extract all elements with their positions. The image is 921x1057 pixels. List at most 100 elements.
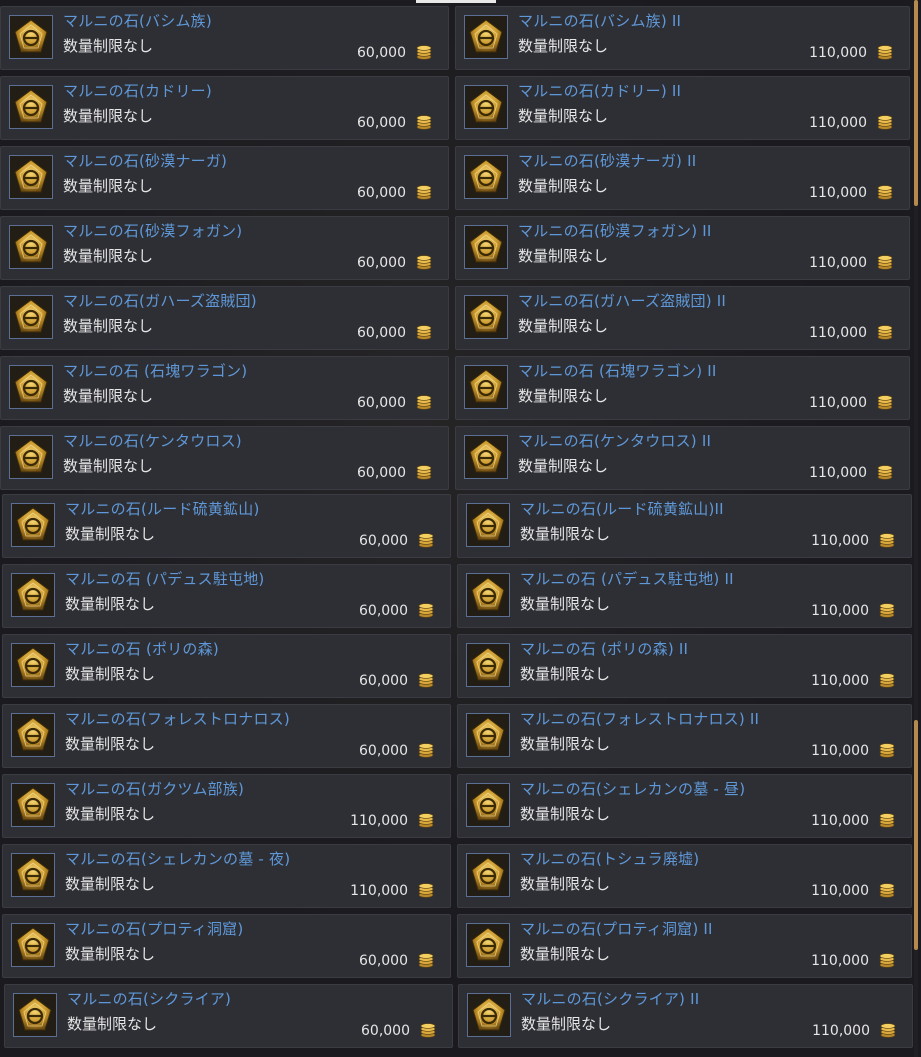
silver-coin-stack-icon [418, 532, 434, 548]
marni-stone-icon [9, 15, 53, 59]
silver-coin-stack-icon [879, 602, 895, 618]
item-price: 110,000 [811, 673, 869, 689]
item-price: 110,000 [811, 743, 869, 759]
silver-coin-stack-icon [416, 114, 432, 130]
shop-item-card[interactable]: マルニの石(シクライア) 数量制限なし 60,000 [4, 984, 453, 1048]
silver-coin-stack-icon [877, 324, 893, 340]
item-price: 60,000 [361, 1023, 410, 1039]
purchase-limit-label: 数量制限なし [520, 665, 611, 683]
silver-coin-stack-icon [877, 184, 893, 200]
purchase-limit-label: 数量制限なし [518, 317, 609, 335]
item-price: 110,000 [809, 465, 867, 481]
purchase-limit-label: 数量制限なし [63, 387, 154, 405]
purchase-limit-label: 数量制限なし [63, 317, 154, 335]
item-name: マルニの石(砂漠ナーガ) II [518, 152, 697, 170]
shop-item-card[interactable]: マルニの石(砂漠ナーガ) II 数量制限なし 110,000 [455, 146, 910, 210]
marni-stone-icon [466, 783, 510, 827]
shop-item-card[interactable]: マルニの石(シクライア) II 数量制限なし 110,000 [458, 984, 913, 1048]
silver-coin-stack-icon [879, 812, 895, 828]
shop-item-card[interactable]: マルニの石(ルード硫黄鉱山) 数量制限なし 60,000 [2, 494, 451, 558]
silver-coin-stack-icon [877, 114, 893, 130]
purchase-limit-label: 数量制限なし [521, 1015, 612, 1033]
marni-stone-icon [464, 155, 508, 199]
shop-item-card[interactable]: マルニの石(シェレカンの墓 - 夜) 数量制限なし 110,000 [2, 844, 451, 908]
shop-item-card[interactable]: マルニの石(バシム族) II 数量制限なし 110,000 [455, 6, 910, 70]
item-price: 60,000 [359, 603, 408, 619]
shop-item-card[interactable]: マルニの石 (パデュス駐屯地) 数量制限なし 60,000 [2, 564, 451, 628]
silver-coin-stack-icon [418, 812, 434, 828]
purchase-limit-label: 数量制限なし [520, 875, 611, 893]
scrollbar-thumb-secondary[interactable] [914, 720, 918, 950]
shop-item-card[interactable]: マルニの石 (石塊ワラゴン) 数量制限なし 60,000 [0, 356, 449, 420]
item-name: マルニの石(砂漠ナーガ) [63, 152, 228, 170]
item-name: マルニの石 (パデュス駐屯地) [65, 570, 265, 588]
shop-item-card[interactable]: マルニの石(砂漠フォガン) 数量制限なし 60,000 [0, 216, 449, 280]
item-name: マルニの石 (石塊ワラゴン) II [518, 362, 717, 380]
item-name: マルニの石(カドリー) [63, 82, 212, 100]
item-name: マルニの石(プロティ洞窟) II [520, 920, 713, 938]
top-tab-indicator [416, 0, 496, 3]
marni-stone-icon [9, 225, 53, 269]
shop-item-card[interactable]: マルニの石(シェレカンの墓 - 昼) 数量制限なし 110,000 [457, 774, 912, 838]
item-price: 60,000 [357, 325, 406, 341]
shop-item-card[interactable]: マルニの石 (パデュス駐屯地) II 数量制限なし 110,000 [457, 564, 912, 628]
marni-stone-icon [11, 643, 55, 687]
purchase-limit-label: 数量制限なし [520, 525, 611, 543]
shop-item-card[interactable]: マルニの石(トシュラ廃墟) 数量制限なし 110,000 [457, 844, 912, 908]
item-name: マルニの石(ケンタウロス) [63, 432, 242, 450]
shop-item-card[interactable]: マルニの石(カドリー) II 数量制限なし 110,000 [455, 76, 910, 140]
item-price: 60,000 [357, 115, 406, 131]
shop-item-card[interactable]: マルニの石(ケンタウロス) II 数量制限なし 110,000 [455, 426, 910, 490]
shop-item-card[interactable]: マルニの石(カドリー) 数量制限なし 60,000 [0, 76, 449, 140]
shop-item-card[interactable]: マルニの石 (ポリの森) II 数量制限なし 110,000 [457, 634, 912, 698]
silver-coin-stack-icon [420, 1022, 436, 1038]
marni-stone-icon [13, 993, 57, 1037]
purchase-limit-label: 数量制限なし [520, 595, 611, 613]
silver-coin-stack-icon [416, 184, 432, 200]
item-name: マルニの石(シェレカンの墓 - 昼) [520, 780, 746, 798]
item-name: マルニの石(砂漠フォガン) II [518, 222, 712, 240]
purchase-limit-label: 数量制限なし [520, 945, 611, 963]
shop-item-card[interactable]: マルニの石(プロティ洞窟) 数量制限なし 60,000 [2, 914, 451, 978]
marni-stone-icon [466, 573, 510, 617]
silver-coin-stack-icon [877, 44, 893, 60]
silver-coin-stack-icon [416, 324, 432, 340]
silver-coin-stack-icon [880, 1022, 896, 1038]
purchase-limit-label: 数量制限なし [65, 595, 156, 613]
scrollbar-thumb[interactable] [914, 0, 918, 206]
item-price: 60,000 [359, 743, 408, 759]
item-price: 60,000 [359, 953, 408, 969]
shop-item-card[interactable]: マルニの石 (石塊ワラゴン) II 数量制限なし 110,000 [455, 356, 910, 420]
item-price: 110,000 [809, 255, 867, 271]
shop-item-card[interactable]: マルニの石(フォレストロナロス) 数量制限なし 60,000 [2, 704, 451, 768]
shop-item-card[interactable]: マルニの石(ガクツム部族) 数量制限なし 110,000 [2, 774, 451, 838]
shop-item-card[interactable]: マルニの石(砂漠ナーガ) 数量制限なし 60,000 [0, 146, 449, 210]
purchase-limit-label: 数量制限なし [520, 735, 611, 753]
marni-stone-icon [466, 643, 510, 687]
shop-item-card[interactable]: マルニの石(ガハーズ盗賊団) II 数量制限なし 110,000 [455, 286, 910, 350]
item-name: マルニの石(ガクツム部族) [65, 780, 245, 798]
shop-item-card[interactable]: マルニの石(フォレストロナロス) II 数量制限なし 110,000 [457, 704, 912, 768]
shop-item-card[interactable]: マルニの石(ケンタウロス) 数量制限なし 60,000 [0, 426, 449, 490]
marni-stone-icon [11, 923, 55, 967]
silver-coin-stack-icon [416, 254, 432, 270]
silver-coin-stack-icon [879, 742, 895, 758]
marni-stone-icon [464, 85, 508, 129]
item-name: マルニの石(シクライア) II [521, 990, 700, 1008]
marni-stone-icon [9, 155, 53, 199]
shop-item-card[interactable]: マルニの石(ガハーズ盗賊団) 数量制限なし 60,000 [0, 286, 449, 350]
item-price: 60,000 [357, 255, 406, 271]
shop-item-card[interactable]: マルニの石(プロティ洞窟) II 数量制限なし 110,000 [457, 914, 912, 978]
shop-item-card[interactable]: マルニの石(砂漠フォガン) II 数量制限なし 110,000 [455, 216, 910, 280]
marni-stone-icon [466, 713, 510, 757]
item-name: マルニの石(シェレカンの墓 - 夜) [65, 850, 291, 868]
silver-coin-stack-icon [879, 952, 895, 968]
shop-item-card[interactable]: マルニの石(ルード硫黄鉱山)II 数量制限なし 110,000 [457, 494, 912, 558]
shop-item-card[interactable]: マルニの石 (ポリの森) 数量制限なし 60,000 [2, 634, 451, 698]
item-name: マルニの石(カドリー) II [518, 82, 682, 100]
shop-item-list: マルニの石(バシム族) 数量制限なし 60,000 マルニの石(バシム族) II 数量制… [0, 0, 921, 1057]
silver-coin-stack-icon [877, 464, 893, 480]
item-name: マルニの石(プロティ洞窟) [65, 920, 244, 938]
shop-item-card[interactable]: マルニの石(バシム族) 数量制限なし 60,000 [0, 6, 449, 70]
marni-stone-icon [464, 365, 508, 409]
